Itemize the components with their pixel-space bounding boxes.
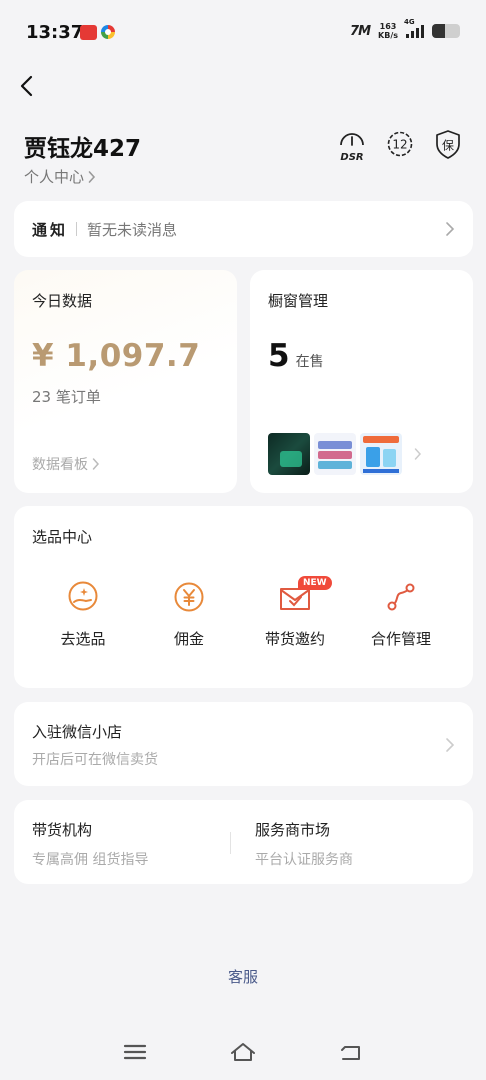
chevron-right-icon — [88, 170, 96, 183]
service-market-subtitle: 平台认证服务商 — [255, 852, 353, 868]
promotion-invite-button[interactable]: NEW 带货邀约 — [242, 576, 348, 649]
on-sale-label: 在售 — [295, 354, 324, 370]
selection-center-card: 选品中心 去选品 佣金 NEW 带货邀约 合作管理 — [14, 506, 473, 688]
user-center-link[interactable]: 个人中心 — [24, 166, 96, 187]
yen-coin-icon — [174, 582, 204, 612]
wechat-store-subtitle: 开店后可在微信卖货 — [32, 752, 158, 768]
status-right-group: 7M 163 KB/s 4G — [350, 18, 460, 40]
header-icon-group: DSR 12 保 — [338, 128, 462, 164]
on-sale-count: 5 在售 — [268, 338, 324, 374]
today-amount: ¥ 1,097.7 — [32, 338, 201, 374]
promotion-agency-entry[interactable]: 带货机构 专属高佣 组货指导 — [32, 819, 148, 869]
user-name: 贾钰龙427 — [24, 136, 142, 162]
select-products-label: 去选品 — [60, 630, 106, 648]
commission-button[interactable]: 佣金 — [136, 580, 242, 649]
status-bar: 13:37 7M 163 KB/s 4G — [0, 0, 486, 64]
today-orders: 23 笔订单 — [32, 388, 101, 406]
network-brand-icon: 7M — [350, 23, 371, 39]
guarantee-label: 保 — [442, 139, 454, 153]
product-thumbnail[interactable] — [314, 433, 356, 475]
level-12-icon[interactable]: 12 — [386, 128, 414, 164]
status-time: 13:37 — [26, 22, 84, 43]
agency-card: 带货机构 专属高佣 组货指导 服务商市场 平台认证服务商 — [14, 800, 473, 884]
back-arrow-icon[interactable] — [16, 74, 40, 98]
news-app-notification-icon — [80, 25, 97, 40]
notice-title: 通知 — [32, 220, 69, 239]
cooperation-management-button[interactable]: 合作管理 — [348, 580, 454, 649]
service-market-entry[interactable]: 服务商市场 平台认证服务商 — [255, 819, 353, 869]
chevron-right-icon — [446, 738, 455, 752]
user-center-label: 个人中心 — [24, 168, 85, 186]
promotion-invite-label: 带货邀约 — [264, 630, 325, 648]
dsr-gauge-icon[interactable]: DSR — [338, 128, 366, 164]
selection-center-items: 去选品 佣金 NEW 带货邀约 合作管理 — [14, 576, 473, 649]
on-sale-number: 5 — [268, 338, 290, 374]
app-notification-icon — [101, 25, 115, 39]
new-badge: NEW — [298, 576, 332, 590]
service-market-title: 服务商市场 — [255, 821, 331, 839]
window-management-title: 橱窗管理 — [268, 292, 329, 310]
agency-divider — [230, 832, 231, 854]
menu-icon[interactable] — [122, 1040, 148, 1064]
data-dashboard-label: 数据看板 — [32, 457, 88, 473]
wechat-store-card[interactable]: 入驻微信小店 开店后可在微信卖货 — [14, 702, 473, 786]
product-thumbnail[interactable] — [268, 433, 310, 475]
cooperation-management-label: 合作管理 — [370, 630, 431, 648]
level-value: 12 — [392, 138, 407, 152]
notice-bar[interactable]: 通知 暂无未读消息 — [14, 201, 473, 257]
product-thumbnails — [268, 433, 422, 475]
network-type: 4G — [404, 18, 415, 26]
route-nodes-icon — [387, 583, 415, 611]
home-icon[interactable] — [230, 1040, 256, 1064]
commission-label: 佣金 — [173, 630, 204, 648]
system-nav-bar — [0, 1030, 486, 1074]
back-icon[interactable] — [338, 1040, 364, 1064]
network-speed: 163 KB/s — [378, 22, 398, 40]
guarantee-shield-icon[interactable]: 保 — [434, 128, 462, 164]
signal-icon: 4G — [404, 18, 424, 38]
window-management-card[interactable]: 橱窗管理 5 在售 — [250, 270, 473, 493]
battery-icon — [432, 24, 460, 38]
dsr-label: DSR — [340, 152, 363, 163]
hand-select-icon — [68, 581, 98, 611]
data-dashboard-link[interactable]: 数据看板 — [32, 454, 100, 474]
chevron-right-icon — [92, 458, 100, 470]
chevron-right-icon — [446, 222, 455, 236]
promotion-agency-title: 带货机构 — [32, 821, 93, 839]
select-products-button[interactable]: 去选品 — [30, 580, 136, 649]
today-data-title: 今日数据 — [32, 292, 93, 310]
selection-center-title: 选品中心 — [32, 528, 93, 546]
today-data-card[interactable]: 今日数据 ¥ 1,097.7 23 笔订单 数据看板 — [14, 270, 237, 493]
promotion-agency-subtitle: 专属高佣 组货指导 — [32, 852, 149, 868]
notice-divider — [76, 222, 78, 236]
wechat-store-title: 入驻微信小店 — [32, 723, 123, 741]
customer-service-link[interactable]: 客服 — [0, 966, 486, 987]
notice-message: 暂无未读消息 — [87, 220, 178, 239]
network-speed-unit: KB/s — [378, 31, 398, 40]
chevron-right-icon — [414, 448, 422, 460]
network-speed-value: 163 — [379, 22, 397, 31]
product-thumbnail[interactable] — [360, 433, 402, 475]
